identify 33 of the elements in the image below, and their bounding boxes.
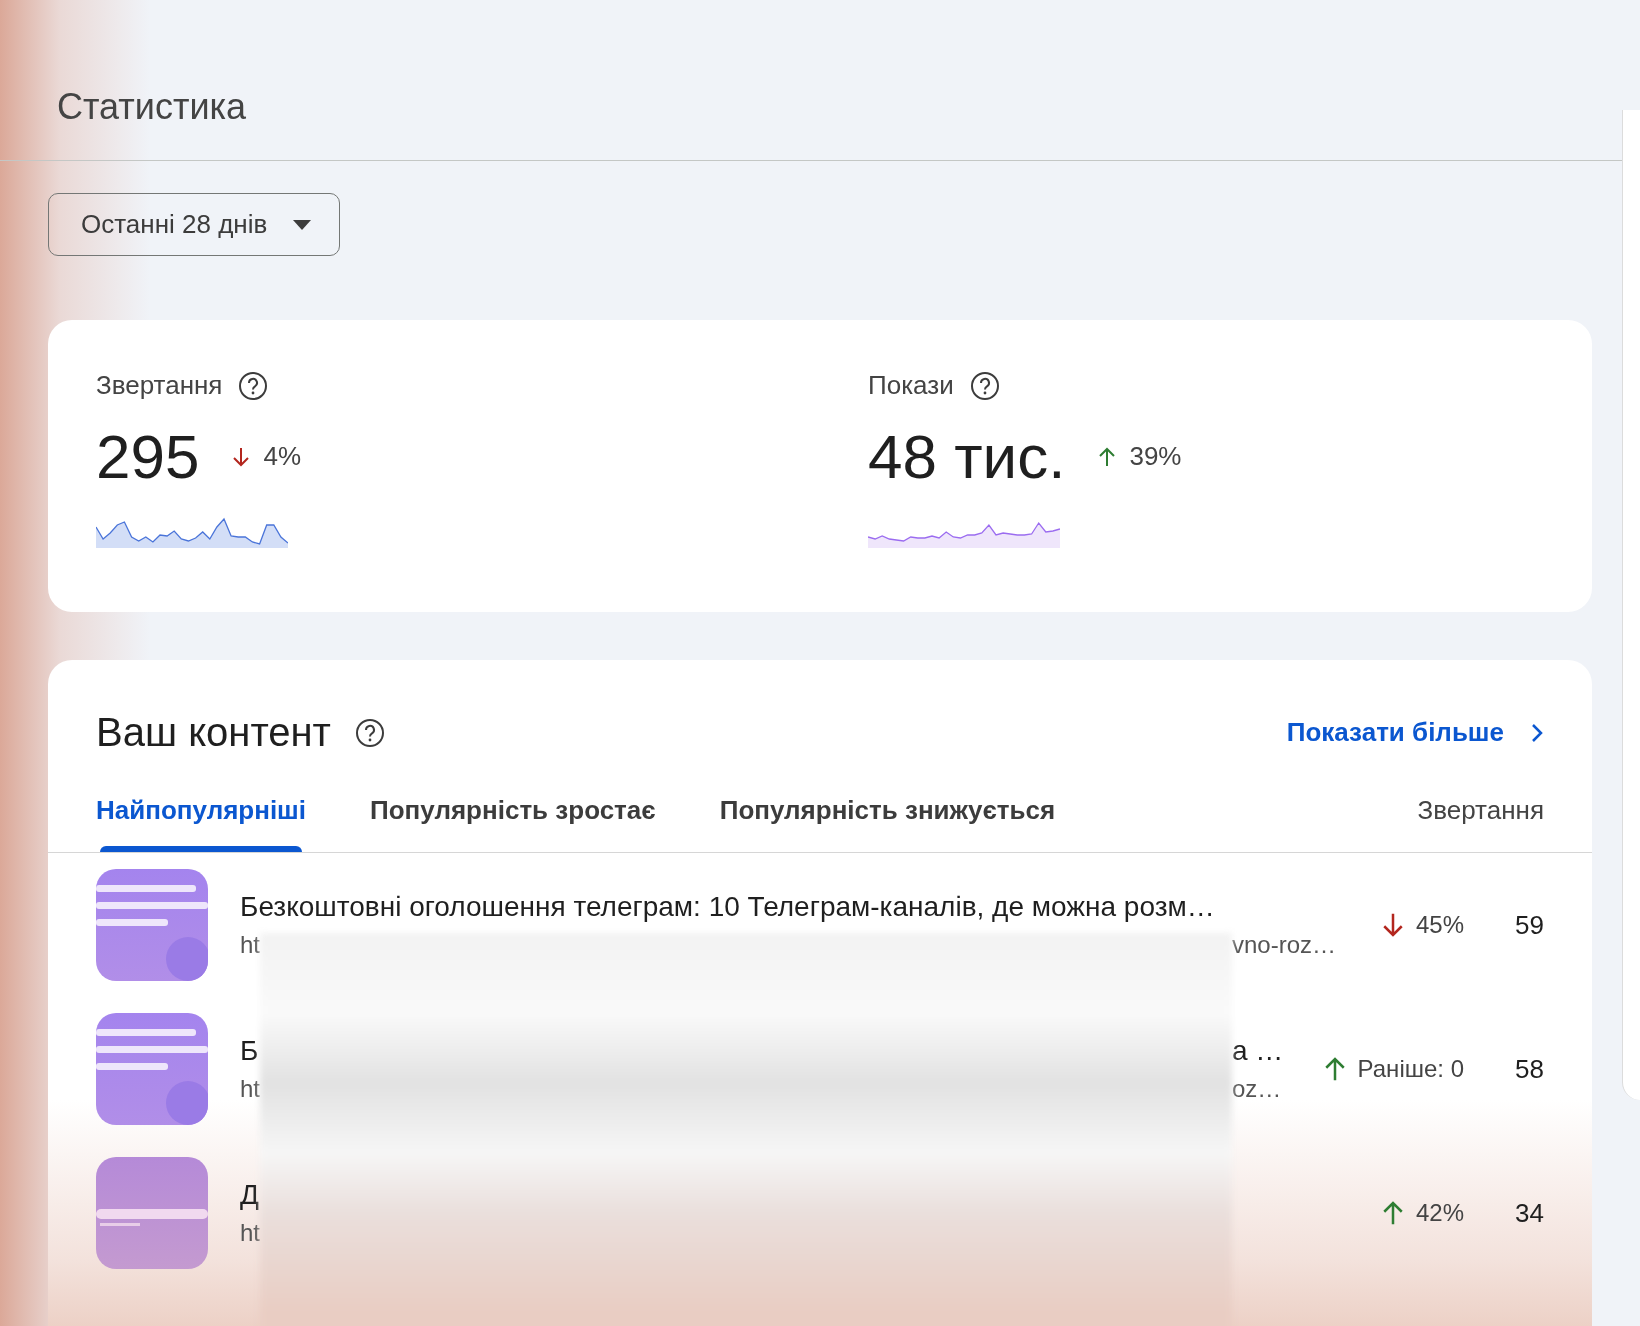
show-more-link[interactable]: Показати більше bbox=[1286, 717, 1544, 748]
metric-change: 39% bbox=[1129, 441, 1182, 472]
metric-label: Покази bbox=[868, 370, 954, 401]
post-url: vno-roz… bbox=[1232, 931, 1337, 959]
help-icon[interactable] bbox=[969, 370, 1000, 401]
tab[interactable]: Популярність зростає bbox=[370, 795, 656, 852]
tab[interactable]: Популярність знижується bbox=[719, 795, 1056, 852]
page-title: Статистика bbox=[56, 85, 248, 129]
metric-label: Звертання bbox=[96, 370, 223, 401]
metric-value: 48 тис. bbox=[868, 421, 1066, 492]
help-icon[interactable] bbox=[354, 717, 385, 748]
trend-value: Раніше: 0 bbox=[1357, 1055, 1464, 1083]
post-url: ht bbox=[240, 931, 261, 959]
period-dropdown[interactable]: Останні 28 днів bbox=[48, 193, 341, 256]
trend-value: 42% bbox=[1415, 1199, 1464, 1227]
dropdown-caret-icon bbox=[293, 219, 312, 230]
chevron-right-icon bbox=[1530, 721, 1544, 744]
view-count: 59 bbox=[1514, 909, 1544, 941]
view-count: 58 bbox=[1514, 1053, 1544, 1085]
post-title[interactable]: Д bbox=[240, 1179, 259, 1211]
tab[interactable]: Найпопулярніші bbox=[96, 795, 307, 852]
column-header: Звертання bbox=[1417, 795, 1544, 827]
post-url: ht bbox=[240, 1075, 261, 1103]
post-url: oz… bbox=[1232, 1075, 1282, 1103]
section-title: Ваш контент bbox=[96, 710, 331, 755]
post-url: ht bbox=[240, 1219, 260, 1247]
view-count: 34 bbox=[1514, 1197, 1544, 1229]
help-icon[interactable] bbox=[238, 370, 269, 401]
metric-value: 295 bbox=[96, 421, 200, 492]
post-title[interactable]: а … bbox=[1232, 1035, 1284, 1067]
trend-value: 45% bbox=[1415, 911, 1464, 939]
metric-change: 4% bbox=[263, 441, 302, 472]
post-title[interactable]: Безкоштовні оголошення телеграм: 10 Телеграм-каналів, де можна розм… bbox=[240, 891, 1215, 923]
